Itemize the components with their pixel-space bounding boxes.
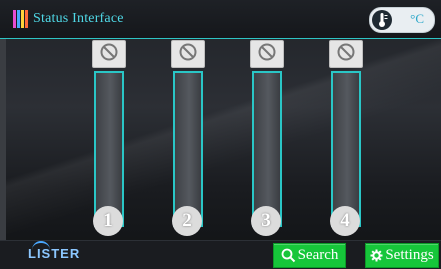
- brand-logo: LISTER: [28, 241, 81, 261]
- channel-tube: [173, 71, 203, 227]
- temperature-unit-label: °C: [410, 11, 424, 26]
- channel-status-button[interactable]: [171, 40, 205, 68]
- channel-status-button[interactable]: [250, 40, 284, 68]
- header-bar: Status Interface °C: [0, 0, 441, 39]
- disabled-icon: [257, 42, 277, 67]
- search-icon: [281, 248, 296, 263]
- settings-label: Settings: [385, 247, 434, 263]
- thermometer-icon: [372, 10, 392, 30]
- gear-icon: [370, 249, 383, 262]
- channel-1[interactable]: 1: [88, 38, 128, 240]
- disabled-icon: [178, 42, 198, 67]
- temperature-unit-toggle[interactable]: °C: [369, 7, 435, 33]
- channel-tube: [252, 71, 282, 227]
- channel-status-button[interactable]: [329, 40, 363, 68]
- disabled-icon: [336, 42, 356, 67]
- channel-number: 1: [93, 206, 123, 236]
- channel-status-button[interactable]: [92, 40, 126, 68]
- channel-tube: [94, 71, 124, 227]
- channel-2[interactable]: 2: [167, 38, 207, 240]
- search-label: Search: [297, 247, 339, 263]
- search-button[interactable]: Search: [273, 243, 346, 268]
- page-title: Status Interface: [33, 11, 124, 26]
- channel-number: 2: [172, 206, 202, 236]
- disabled-icon: [99, 42, 119, 67]
- test-tubes-icon: [12, 10, 30, 33]
- channel-3[interactable]: 3: [246, 38, 286, 240]
- channel-number: 4: [330, 206, 360, 236]
- window-edge: [0, 0, 6, 268]
- channel-tube: [331, 71, 361, 227]
- channel-number: 3: [251, 206, 281, 236]
- background: [0, 0, 441, 268]
- channel-4[interactable]: 4: [325, 38, 365, 240]
- settings-button[interactable]: Settings: [365, 243, 439, 268]
